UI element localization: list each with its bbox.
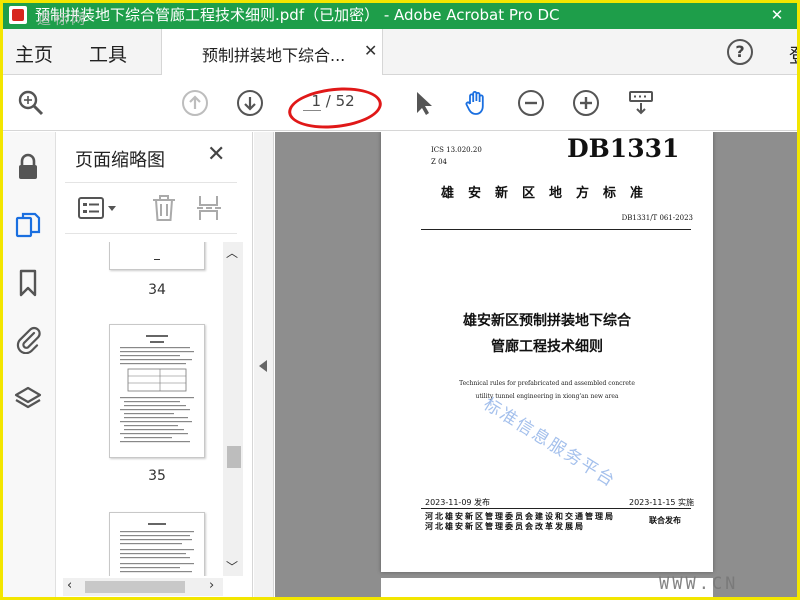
corner-watermark: 道标网 <box>37 12 88 28</box>
tab-home[interactable]: 主页 <box>15 40 53 67</box>
acrobat-window: 预制拼装地下综合管廊工程技术细则.pdf（已加密） - Adobe Acroba… <box>0 0 800 600</box>
thumbnail-panel: 页面缩略图 ✕ 34 35 ︿ ﹀ ‹ › <box>57 132 253 597</box>
page-thumbnail-35[interactable] <box>109 324 205 458</box>
window-close-button[interactable]: ✕ <box>755 3 797 29</box>
thumbnail-label-35: 35 <box>148 468 166 484</box>
page-thumbnail-34[interactable] <box>109 242 205 270</box>
tab-bar: 主页 工具 预制拼装地下综合... ✕ ? 登 <box>3 29 797 75</box>
english-title-line-1: Technical rules for prefabricated and as… <box>459 380 635 387</box>
thumbnail-label-34: 34 <box>148 282 166 298</box>
horizontal-scroll-thumb[interactable] <box>85 581 185 593</box>
effective-date: 2023-11-15 实施 <box>629 498 695 507</box>
attachment-icon[interactable] <box>13 324 43 354</box>
page-thumbnail-36[interactable] <box>109 512 205 576</box>
footer-rule <box>421 508 691 509</box>
document-view[interactable]: ICS 13.020.20 Z 04 DB1331 雄安新区地方标准 DB133… <box>275 132 797 597</box>
issuer-line-2: 河北雄安新区管理委员会改革发展局 <box>425 522 585 531</box>
thumbnail-options-icon[interactable] <box>77 195 123 221</box>
header-rule <box>421 229 691 230</box>
trash-icon[interactable] <box>149 193 179 223</box>
scroll-down-icon[interactable]: ﹀ <box>226 558 238 575</box>
thumbnail-horizontal-scrollbar[interactable]: ‹ › <box>63 578 223 596</box>
watermark-text: 标准信息服务平台 <box>479 394 620 492</box>
joint-release-label: 联合发布 <box>649 516 681 525</box>
close-icon[interactable]: ✕ <box>364 41 377 60</box>
panel-toolbar <box>65 182 237 234</box>
collapse-arrow-icon <box>259 360 267 372</box>
sign-in-button[interactable]: 登 <box>789 41 797 68</box>
left-rail <box>3 132 56 597</box>
thumbnail-list: 34 35 <box>57 242 223 576</box>
help-icon[interactable]: ? <box>727 39 753 65</box>
hand-tool-icon[interactable] <box>462 89 490 117</box>
issuing-organization: 雄安新区地方标准 <box>441 186 658 201</box>
issue-date: 2023-11-09 发布 <box>425 498 491 507</box>
previous-page-icon[interactable] <box>181 89 209 117</box>
document-tab-label: 预制拼装地下综合... <box>202 46 346 65</box>
scroll-up-icon[interactable]: ︿ <box>226 244 238 261</box>
select-cursor-icon[interactable] <box>409 89 437 117</box>
next-page-icon[interactable] <box>236 89 264 117</box>
panel-title: 页面缩略图 <box>75 150 165 171</box>
layers-icon[interactable] <box>13 384 43 414</box>
document-page: ICS 13.020.20 Z 04 DB1331 雄安新区地方标准 DB133… <box>381 132 713 572</box>
title-bar: 预制拼装地下综合管廊工程技术细则.pdf（已加密） - Adobe Acroba… <box>3 3 797 29</box>
tab-document[interactable]: 预制拼装地下综合... ✕ <box>161 29 383 75</box>
annotation-ellipse <box>286 83 384 133</box>
scroll-right-icon[interactable]: › <box>209 578 214 593</box>
zoom-out-icon[interactable] <box>517 89 545 117</box>
ccs-code: Z 04 <box>431 158 447 166</box>
page-display-icon[interactable] <box>627 89 655 117</box>
watermark-url: WWW.CN <box>659 574 739 594</box>
lock-icon[interactable] <box>13 152 43 182</box>
zoom-search-icon[interactable] <box>17 89 45 117</box>
panel-close-icon[interactable]: ✕ <box>207 142 225 167</box>
toolbar: 1 / 52 <box>3 76 797 133</box>
bookmark-icon[interactable] <box>13 268 43 298</box>
window-title: 预制拼装地下综合管廊工程技术细则.pdf（已加密） - Adobe Acroba… <box>35 6 560 24</box>
page-thumbnails-icon[interactable] <box>13 210 43 240</box>
standard-code: DB1331 <box>567 134 680 163</box>
tab-tools[interactable]: 工具 <box>89 40 127 67</box>
document-title-line-2: 管廊工程技术细则 <box>491 339 603 355</box>
scroll-left-icon[interactable]: ‹ <box>67 578 72 593</box>
zoom-in-icon[interactable] <box>572 89 600 117</box>
vertical-scroll-thumb[interactable] <box>227 446 241 468</box>
acrobat-app-icon <box>9 6 27 24</box>
thumbnail-vertical-scrollbar[interactable]: ︿ ﹀ <box>223 242 243 576</box>
document-number: DB1331/T 061-2023 <box>621 214 693 222</box>
english-title-line-2: utility tunnel engineering in xiong'an n… <box>475 393 619 400</box>
document-title-line-1: 雄安新区预制拼装地下综合 <box>463 313 631 329</box>
panel-collapse-handle[interactable] <box>254 132 274 597</box>
ics-code: ICS 13.020.20 <box>431 146 482 154</box>
extract-pages-icon[interactable] <box>195 193 225 223</box>
